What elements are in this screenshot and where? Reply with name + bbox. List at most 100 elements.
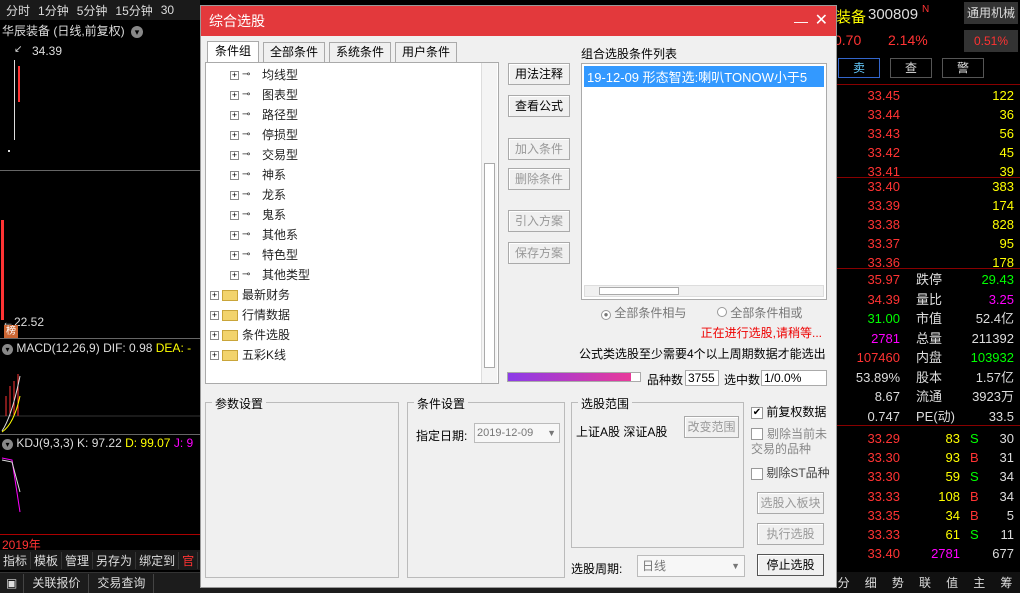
view-formula-button[interactable]: 查看公式 [508, 95, 570, 117]
tree-item[interactable]: + ⊸ 交易型 [230, 145, 298, 165]
tab-template[interactable]: 模板 [31, 551, 63, 569]
menu-icon[interactable]: ▣ [0, 573, 25, 593]
sell-button[interactable]: 卖 [838, 58, 880, 78]
macd-chart [0, 374, 200, 433]
tab-zhi[interactable]: 值 [946, 574, 958, 591]
tab-user-conditions[interactable]: 用户条件 [395, 42, 457, 62]
tick-count: 677 [992, 546, 1014, 562]
radio-or[interactable]: 全部条件相或 [717, 304, 802, 321]
period-tab[interactable]: 30 [159, 3, 176, 17]
related-quotes-button[interactable]: 关联报价 [24, 573, 90, 593]
minimize-icon[interactable]: — [794, 6, 808, 36]
tab-xi[interactable]: 细 [865, 574, 877, 591]
tab-zhu[interactable]: 主 [973, 574, 985, 591]
tab-save-as[interactable]: 另存为 [93, 551, 137, 569]
checkbox-checked[interactable]: ✔ [751, 406, 763, 419]
change-range-button[interactable]: 改变范围 [684, 416, 739, 438]
list-hscrollbar-thumb[interactable] [599, 287, 679, 295]
dialog-titlebar[interactable]: 综合选股 — ✕ [201, 6, 836, 36]
tree-item[interactable]: + ⊸ 鬼系 [230, 205, 286, 225]
tab-condition-group[interactable]: 条件组 [207, 41, 259, 63]
tab-indicator[interactable]: 指标 [0, 551, 32, 569]
tab-bind-to[interactable]: 绑定到 [136, 551, 180, 569]
tree-item[interactable]: + ⊸ 停损型 [230, 125, 298, 145]
close-icon[interactable]: ✕ [815, 6, 828, 36]
expand-icon[interactable]: + [230, 130, 239, 140]
chevron-down-icon[interactable]: ▾ [2, 439, 13, 450]
sector-tag[interactable]: 通用机械 [964, 2, 1018, 24]
tab-lian[interactable]: 联 [919, 574, 931, 591]
tab-manage[interactable]: 管理 [62, 551, 94, 569]
chevron-down-icon[interactable]: ▼ [547, 424, 556, 442]
tab-official[interactable]: 官 [179, 551, 199, 569]
run-screener-button[interactable]: 执行选股 [757, 523, 824, 545]
tree-item[interactable]: + ⊸ 特色型 [230, 245, 298, 265]
tree-item[interactable]: + ⊸ 龙系 [230, 185, 286, 205]
high-price-label: ↙ 34.39 [14, 44, 63, 58]
add-to-block-button[interactable]: 选股入板块 [757, 492, 824, 514]
condition-list[interactable]: 19-12-09 形态智选:喇叭TONOW小于5 [581, 63, 827, 300]
expand-icon[interactable]: + [230, 270, 239, 280]
option-exclude-suspended[interactable]: 剔除当前未交易的品种 [751, 427, 831, 457]
period-select[interactable]: 日线 ▼ [637, 555, 745, 577]
expand-icon[interactable]: + [210, 290, 219, 300]
chevron-down-icon[interactable]: ▾ [131, 26, 144, 38]
ask-price: 33.44 [867, 107, 900, 122]
tree-scrollbar[interactable] [481, 63, 497, 383]
scrollbar-thumb[interactable] [484, 163, 495, 368]
tree-item[interactable]: + ⊸ 路径型 [230, 105, 298, 125]
list-hscrollbar[interactable] [584, 285, 824, 297]
trade-query-button[interactable]: 交易查询 [89, 573, 155, 593]
save-plan-button[interactable]: 保存方案 [508, 242, 570, 264]
period-tab[interactable]: 5分钟 [75, 2, 110, 19]
date-picker[interactable]: 2019-12-09 ▼ [474, 423, 560, 443]
tree-folder[interactable]: + 最新财务 [210, 285, 290, 305]
expand-icon[interactable]: + [230, 170, 239, 180]
expand-icon[interactable]: + [230, 150, 239, 160]
option-exclude-st[interactable]: 剔除ST品种 [751, 464, 830, 481]
tree-item[interactable]: + ⊸ 图表型 [230, 85, 298, 105]
tab-fen[interactable]: 分 [838, 574, 850, 591]
check-button[interactable]: 查 [890, 58, 932, 78]
alert-button[interactable]: 警 [942, 58, 984, 78]
tree-folder[interactable]: + 条件选股 [210, 325, 290, 345]
rank-badge[interactable]: 榜 [4, 325, 18, 338]
period-tab[interactable]: 分时 [4, 2, 32, 19]
checkbox[interactable] [751, 428, 763, 440]
expand-icon[interactable]: + [210, 350, 219, 360]
tab-shi[interactable]: 势 [892, 574, 904, 591]
expand-icon[interactable]: + [230, 230, 239, 240]
period-tab[interactable]: 1分钟 [36, 2, 71, 19]
stop-screener-button[interactable]: 停止选股 [757, 554, 824, 576]
condition-tree[interactable]: + ⊸ 均线型 + ⊸ 图表型 + ⊸ 路径型 + ⊸ 停损型 + ⊸ 交易型 + ⊸ 神系 + ⊸ 龙系 + ⊸ 鬼系 + ⊸ 其… [205, 62, 499, 384]
expand-icon[interactable]: + [230, 250, 239, 260]
expand-icon[interactable]: + [210, 310, 219, 320]
period-tab[interactable]: 15分钟 [113, 2, 154, 19]
expand-icon[interactable]: + [230, 210, 239, 220]
tree-item[interactable]: + ⊸ 神系 [230, 165, 286, 185]
option-prefq[interactable]: ✔ 前复权数据 [751, 403, 826, 420]
tree-item[interactable]: + ⊸ 其他类型 [230, 265, 310, 285]
tab-all-conditions[interactable]: 全部条件 [263, 42, 325, 62]
import-plan-button[interactable]: 引入方案 [508, 210, 570, 232]
chart-pane[interactable]: 分时 1分钟 5分钟 15分钟 30 华辰装备 (日线,前复权) ▾ ↙ 34.… [0, 0, 200, 593]
expand-icon[interactable]: + [210, 330, 219, 340]
expand-icon[interactable]: + [230, 90, 239, 100]
tab-chou[interactable]: 筹 [1000, 574, 1012, 591]
expand-icon[interactable]: + [230, 70, 239, 80]
tree-folder[interactable]: + 五彩K线 [210, 345, 286, 365]
tree-folder[interactable]: + 行情数据 [210, 305, 290, 325]
expand-icon[interactable]: + [230, 190, 239, 200]
radio-and[interactable]: ● 全部条件相与 [601, 304, 686, 321]
tree-item[interactable]: + ⊸ 均线型 [230, 65, 298, 85]
tab-system-conditions[interactable]: 系统条件 [329, 42, 391, 62]
expand-icon[interactable]: + [230, 110, 239, 120]
chevron-down-icon[interactable]: ▼ [731, 556, 740, 576]
tree-item[interactable]: + ⊸ 其他系 [230, 225, 298, 245]
checkbox[interactable] [751, 467, 763, 480]
condition-list-item[interactable]: 19-12-09 形态智选:喇叭TONOW小于5 [584, 66, 824, 87]
delete-condition-button[interactable]: 删除条件 [508, 168, 570, 190]
usage-button[interactable]: 用法注释 [508, 63, 570, 85]
chevron-down-icon[interactable]: ▾ [2, 344, 13, 355]
add-condition-button[interactable]: 加入条件 [508, 138, 570, 160]
